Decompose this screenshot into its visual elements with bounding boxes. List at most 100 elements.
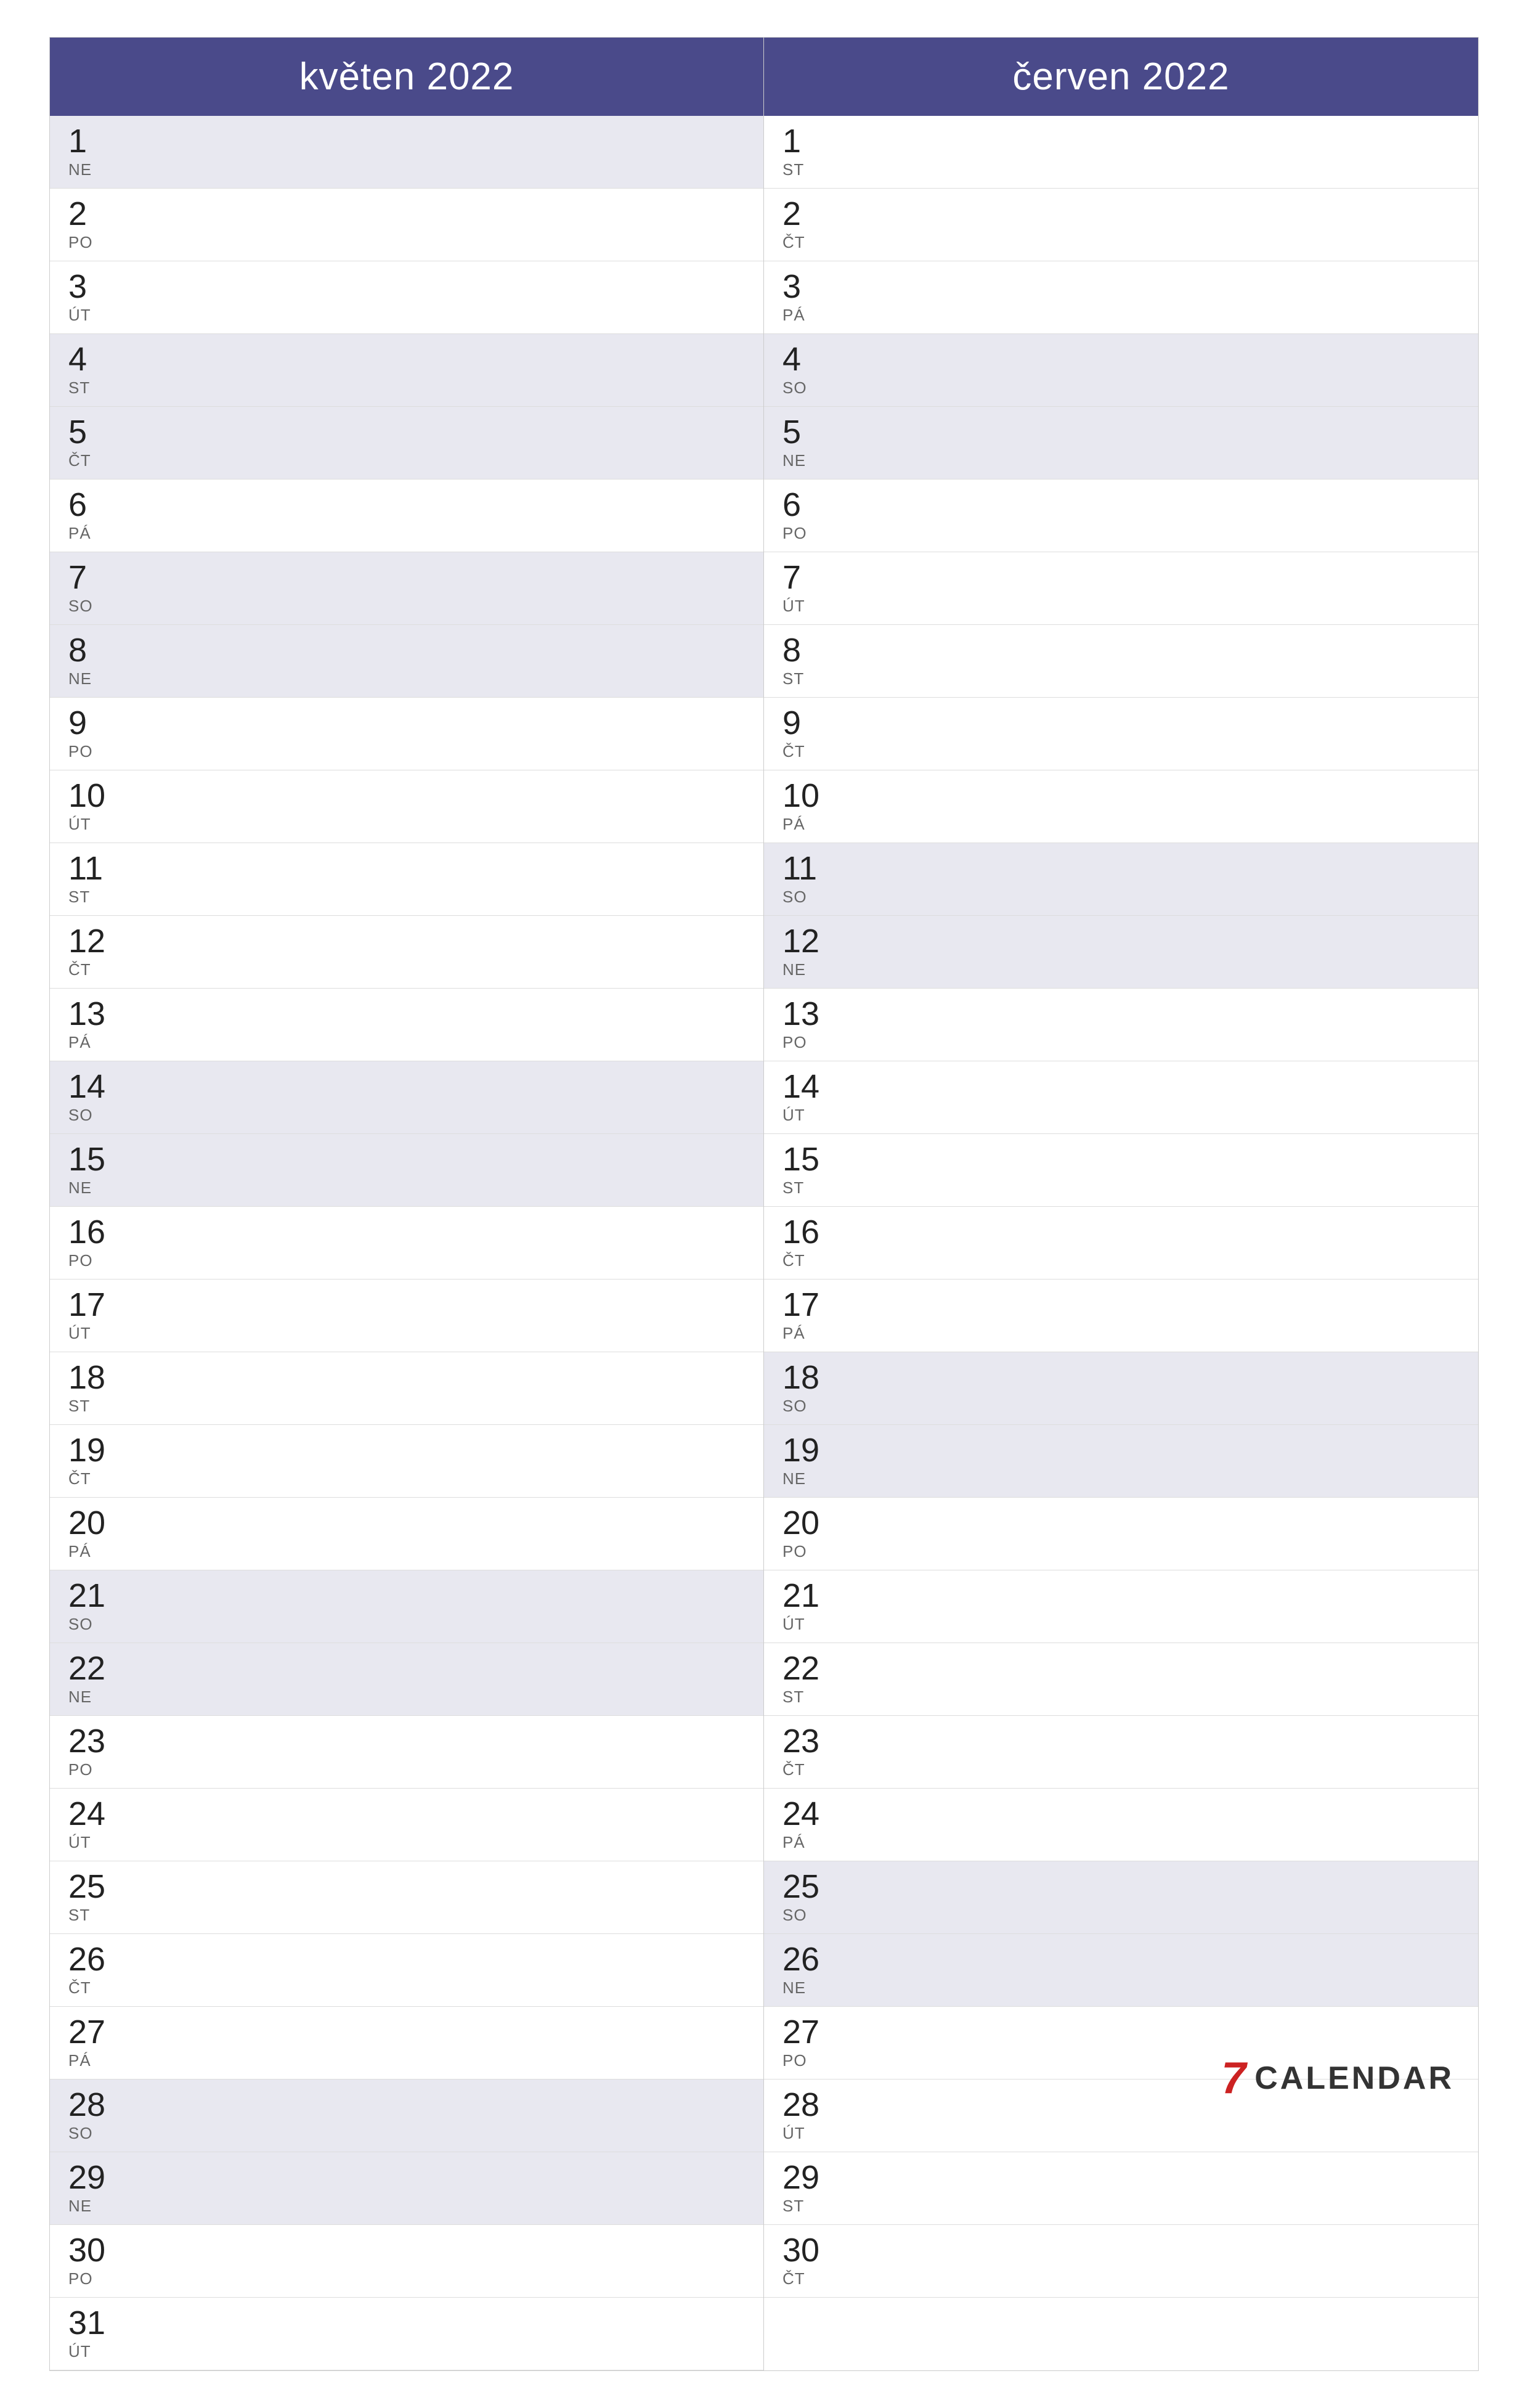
- day-row: 20 PÁ: [50, 1498, 763, 1570]
- day-number: 25: [782, 1870, 819, 1903]
- day-name: SO: [68, 1615, 93, 1634]
- day-name: ČT: [68, 1978, 91, 1998]
- day-number: 23: [782, 1724, 819, 1758]
- day-row: 10 ÚT: [50, 770, 763, 843]
- month-column-june: červen 2022 1 ST 2 ČT 3 PÁ 4 SO: [764, 38, 1478, 2370]
- day-number: 30: [782, 2234, 819, 2267]
- day-number: 21: [68, 1579, 105, 1612]
- months-grid: květen 2022 1 NE 2 PO 3 ÚT 4 ST: [49, 37, 1479, 2371]
- day-name: PÁ: [782, 1324, 805, 1343]
- day-number-block: 20 PÁ: [68, 1506, 124, 1561]
- day-number-block: 15 ST: [782, 1143, 838, 1198]
- day-name: ČT: [68, 451, 91, 470]
- month-column-may: květen 2022 1 NE 2 PO 3 ÚT 4 ST: [50, 38, 764, 2370]
- day-row: 25 ST: [50, 1861, 763, 1934]
- day-number: 7: [782, 561, 801, 594]
- day-row: 22 ST: [764, 1643, 1478, 1716]
- day-number-block: 13 PÁ: [68, 997, 124, 1052]
- day-row: 9 ČT: [764, 698, 1478, 770]
- day-name: NE: [68, 160, 92, 179]
- day-number: 5: [782, 415, 801, 449]
- day-row: 18 ST: [50, 1352, 763, 1425]
- day-number-block: 14 SO: [68, 1070, 124, 1125]
- day-name: SO: [68, 597, 93, 616]
- day-number: 28: [68, 2088, 105, 2121]
- day-name: ÚT: [782, 2124, 805, 2143]
- day-row: 17 PÁ: [764, 1280, 1478, 1352]
- day-row: 9 PO: [50, 698, 763, 770]
- day-number-block: 23 PO: [68, 1724, 124, 1779]
- day-number-block: 20 PO: [782, 1506, 838, 1561]
- day-name: PO: [68, 233, 93, 252]
- day-number: 15: [68, 1143, 105, 1176]
- day-number: 8: [782, 634, 801, 667]
- day-number: 20: [782, 1506, 819, 1540]
- day-number: 24: [68, 1797, 105, 1830]
- day-number-block: 3 ÚT: [68, 270, 124, 325]
- day-number-block: 17 ÚT: [68, 1288, 124, 1343]
- day-number: 3: [68, 270, 87, 303]
- day-row: 1 ST: [764, 116, 1478, 189]
- day-number: 5: [68, 415, 87, 449]
- day-number: 26: [68, 1943, 105, 1976]
- day-number: 8: [68, 634, 87, 667]
- day-number: 29: [68, 2161, 105, 2194]
- day-number-block: 24 PÁ: [782, 1797, 838, 1852]
- day-number: 22: [782, 1652, 819, 1685]
- day-row: 24 ÚT: [50, 1789, 763, 1861]
- day-number: 18: [68, 1361, 105, 1394]
- day-row: 27 PÁ: [50, 2007, 763, 2079]
- day-number-block: 10 ÚT: [68, 779, 124, 834]
- day-number-block: 8 NE: [68, 634, 124, 688]
- day-number: 29: [782, 2161, 819, 2194]
- day-row: 12 ČT: [50, 916, 763, 989]
- day-number-block: 7 SO: [68, 561, 124, 616]
- day-number-block: 28 ÚT: [782, 2088, 838, 2143]
- day-number: 12: [782, 924, 819, 958]
- day-number-block: 12 NE: [782, 924, 838, 979]
- month-header-may: květen 2022: [50, 38, 763, 116]
- day-number-block: 12 ČT: [68, 924, 124, 979]
- day-row: 23 ČT: [764, 1716, 1478, 1789]
- day-row: 16 PO: [50, 1207, 763, 1280]
- day-row: 6 PÁ: [50, 480, 763, 552]
- day-number-block: 14 ÚT: [782, 1070, 838, 1125]
- day-name: ST: [68, 1906, 90, 1925]
- day-number-block: 2 ČT: [782, 197, 838, 252]
- day-name: ST: [68, 888, 90, 907]
- day-number: 21: [782, 1579, 819, 1612]
- day-name: SO: [782, 1906, 807, 1925]
- day-name: ÚT: [782, 597, 805, 616]
- day-name: PO: [68, 1251, 93, 1270]
- day-row: 26 ČT: [50, 1934, 763, 2007]
- day-number-block: 27 PO: [782, 2015, 838, 2070]
- day-number-block: 16 ČT: [782, 1215, 838, 1270]
- day-row: 13 PO: [764, 989, 1478, 1061]
- day-number-block: 21 SO: [68, 1579, 124, 1634]
- day-name: ÚT: [68, 1833, 91, 1852]
- day-number-block: 25 ST: [68, 1870, 124, 1925]
- day-row: 20 PO: [764, 1498, 1478, 1570]
- day-number-block: 23 ČT: [782, 1724, 838, 1779]
- day-number: 26: [782, 1943, 819, 1976]
- day-number-block: 29 NE: [68, 2161, 124, 2216]
- day-name: NE: [782, 451, 806, 470]
- june-days-container: 1 ST 2 ČT 3 PÁ 4 SO 5 NE: [764, 116, 1478, 2298]
- day-row: 10 PÁ: [764, 770, 1478, 843]
- day-number: 22: [68, 1652, 105, 1685]
- day-name: PÁ: [68, 1542, 91, 1561]
- day-name: PO: [782, 1542, 807, 1561]
- day-number: 17: [782, 1288, 819, 1321]
- day-row: 14 ÚT: [764, 1061, 1478, 1134]
- day-number-block: 13 PO: [782, 997, 838, 1052]
- day-row: 22 NE: [50, 1643, 763, 1716]
- day-number-block: 22 ST: [782, 1652, 838, 1707]
- day-name: ÚT: [68, 2342, 91, 2361]
- day-number: 3: [782, 270, 801, 303]
- day-name: NE: [68, 669, 92, 688]
- day-row: 5 NE: [764, 407, 1478, 480]
- day-number-block: 6 PO: [782, 488, 838, 543]
- day-name: PÁ: [68, 1033, 91, 1052]
- day-name: PO: [68, 2269, 93, 2288]
- day-number-block: 10 PÁ: [782, 779, 838, 834]
